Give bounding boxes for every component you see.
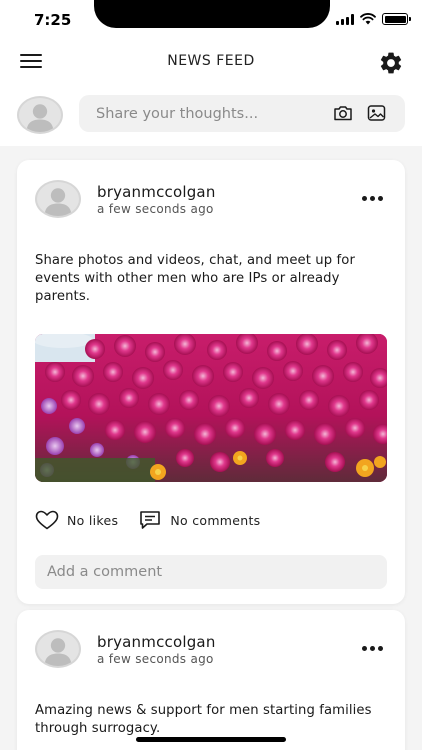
like-button[interactable]: No likes (35, 510, 118, 530)
person-placeholder-icon (44, 188, 72, 216)
likes-count-label: No likes (67, 512, 119, 528)
cellular-signal-icon (336, 13, 354, 25)
share-thoughts-field[interactable] (79, 95, 405, 132)
person-placeholder-icon (44, 638, 72, 666)
add-comment-input[interactable] (35, 555, 387, 589)
status-icons (336, 13, 411, 25)
status-bar: 7:25 (0, 0, 422, 42)
comments-button[interactable]: No comments (138, 510, 260, 530)
comments-count-label: No comments (170, 512, 261, 528)
person-placeholder-icon (26, 104, 54, 132)
image-gallery-icon[interactable] (367, 104, 386, 122)
gear-icon[interactable] (378, 50, 404, 76)
app-header: NEWS FEED (0, 42, 422, 84)
post-text: Share photos and videos, chat, and meet … (35, 253, 355, 304)
wifi-icon (360, 13, 376, 25)
battery-icon (382, 13, 411, 25)
camera-icon[interactable] (333, 104, 353, 122)
comment-bubble-icon (140, 511, 161, 529)
heart-icon (35, 510, 59, 530)
post-image-flowers[interactable] (35, 334, 387, 482)
status-time: 7:25 (34, 11, 72, 29)
more-options-icon[interactable] (362, 196, 383, 201)
author-avatar[interactable] (35, 630, 81, 668)
post-timestamp: a few seconds ago (97, 202, 214, 216)
post-card: bryanmccolgan a few seconds ago Share ph… (17, 160, 405, 604)
post-composer (0, 84, 422, 146)
share-thoughts-input[interactable] (79, 95, 309, 132)
home-indicator[interactable] (136, 737, 286, 742)
post-author-name[interactable]: bryanmccolgan (97, 183, 216, 201)
post-text: Amazing news & support for men starting … (35, 703, 372, 736)
device-notch (94, 0, 330, 28)
page-title: NEWS FEED (167, 53, 255, 69)
more-options-icon[interactable] (362, 646, 383, 651)
post-author-name[interactable]: bryanmccolgan (97, 633, 216, 651)
add-comment-field[interactable] (35, 555, 387, 589)
current-user-avatar[interactable] (17, 96, 63, 134)
post-actions: No likes No comments (35, 510, 281, 530)
post-timestamp: a few seconds ago (97, 652, 214, 666)
author-avatar[interactable] (35, 180, 81, 218)
post-card: bryanmccolgan a few seconds ago Amazing … (17, 610, 405, 750)
